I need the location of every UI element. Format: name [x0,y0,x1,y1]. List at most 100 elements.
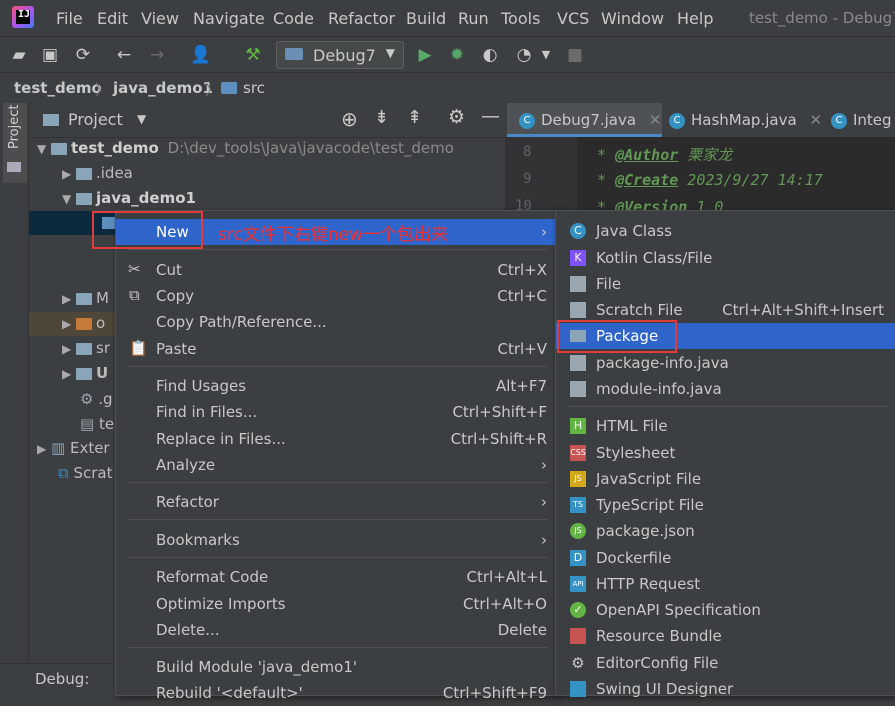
breadcrumb-root[interactable]: test_demo [14,79,102,97]
menu-item-paste[interactable]: 📋 Paste Ctrl+V [116,336,557,362]
menu-view[interactable]: View [141,9,179,28]
forward-arrow-icon[interactable]: → [147,45,167,65]
menu-item-find-usages[interactable]: Find Usages Alt+F7 [116,373,557,399]
submenu-item-dockerfile[interactable]: D Dockerfile [556,545,895,571]
close-icon[interactable]: ✕ [649,111,662,129]
menu-item-find-in-files[interactable]: Find in Files... Ctrl+Shift+F [116,399,557,425]
menu-run[interactable]: Run [458,9,489,28]
stop-icon[interactable]: ■ [565,45,585,65]
menu-tools[interactable]: Tools [501,9,540,28]
tree-row-external-libraries[interactable]: ▶ ▥ Exter [37,439,110,463]
run-configuration-select[interactable]: Debug7 ▼ [276,41,404,69]
submenu-item-stylesheet[interactable]: CSS Stylesheet [556,440,895,466]
debug-bug-icon[interactable]: ✹ [447,45,467,65]
tab-debug7[interactable]: C Debug7.java ✕ [507,103,662,137]
menu-item-delete[interactable]: Delete... Delete [116,617,557,643]
menu-item-refactor[interactable]: Refactor › [116,489,557,515]
submenu-item-file[interactable]: File [556,271,895,297]
submenu-item-html[interactable]: H HTML File [556,413,895,439]
gear-icon[interactable]: ⚙ [448,106,465,128]
breadcrumb: test_demo 〉 java_demo1 〉 src [0,72,895,104]
tree-row-scratches[interactable]: ⧉ Scrat [58,464,113,488]
expand-all-icon[interactable]: ⇟ [374,107,389,128]
class-icon: C [669,112,685,129]
save-icon[interactable]: ▣ [40,45,60,65]
tree-row-te[interactable]: ▤ te [80,415,114,439]
tree-row-root[interactable]: ▼ test_demo D:\dev_tools\Java\javacode\te… [37,139,454,163]
sync-icon[interactable]: ⟳ [73,45,93,65]
menu-item-shortcut: Delete [497,621,547,639]
submenu-item-http-request[interactable]: API HTTP Request [556,571,895,597]
hide-panel-icon[interactable]: — [481,105,500,127]
breadcrumb-module[interactable]: java_demo1 [113,79,213,97]
tree-row-u[interactable]: ▶ U [62,364,108,388]
run-icon[interactable]: ▶ [415,45,435,65]
menu-item-copy[interactable]: ⧉ Copy Ctrl+C [116,283,557,309]
menu-build[interactable]: Build [406,9,446,28]
menu-item-bookmarks[interactable]: Bookmarks › [116,527,557,553]
tree-row-idea[interactable]: ▶ .idea [62,164,133,188]
collapse-all-icon[interactable]: ⇞ [407,107,422,128]
menu-help[interactable]: Help [677,9,713,28]
menu-item-copy-path[interactable]: Copy Path/Reference... [116,309,557,335]
menu-item-rebuild[interactable]: Rebuild '<default>' Ctrl+Shift+F9 [116,680,557,706]
project-panel-title[interactable]: Project [68,110,123,129]
user-icon[interactable]: 👤 [190,45,211,65]
submenu-item-typescript[interactable]: TS TypeScript File [556,492,895,518]
debug-label[interactable]: Debug: [35,670,89,688]
file-icon: ⚙ [80,390,94,408]
open-folder-icon[interactable]: ▰ [9,45,29,65]
menu-item-build-module[interactable]: Build Module 'java_demo1' [116,654,557,680]
line-number: 8 [523,144,532,160]
swing-icon [570,681,586,697]
menu-item-shortcut: Ctrl+Alt+L [466,568,548,586]
menu-item-analyze[interactable]: Analyze › [116,452,557,478]
back-arrow-icon[interactable]: ← [114,45,134,65]
menu-item-shortcut: Ctrl+Shift+F [452,403,547,421]
tab-integer[interactable]: C Integ [831,103,895,137]
submenu-item-package-info[interactable]: package-info.java [556,350,895,376]
submenu-item-package-json[interactable]: JS package.json [556,518,895,544]
build-hammer-icon[interactable]: ⚒ [243,45,263,65]
submenu-item-editorconfig[interactable]: ⚙ EditorConfig File [556,650,895,676]
view-dropdown-icon[interactable]: ▼ [137,112,146,126]
java-class-icon: C [570,223,586,239]
submenu-item-java-class[interactable]: C Java Class [556,218,895,244]
submenu-item-kotlin[interactable]: K Kotlin Class/File [556,245,895,271]
menu-item-cut[interactable]: ✂ Cut Ctrl+X [116,257,557,283]
profile-dropdown-icon[interactable]: ▼ [536,45,556,65]
menu-separator [128,366,548,367]
submenu-item-resource-bundle[interactable]: Resource Bundle [556,623,895,649]
menu-edit[interactable]: Edit [97,9,128,28]
tree-row-m[interactable]: ▶ M [62,289,109,313]
menu-file[interactable]: File [56,9,83,28]
submenu-item-module-info[interactable]: module-info.java [556,376,895,402]
tree-row-o[interactable]: ▶ o [62,314,105,338]
menu-item-replace-in-files[interactable]: Replace in Files... Ctrl+Shift+R [116,426,557,452]
annotation-highlight-new [92,211,203,249]
profile-icon[interactable]: ◔ [514,45,534,65]
submenu-item-javascript[interactable]: JS JavaScript File [556,466,895,492]
menu-item-label: Refactor [156,493,219,511]
menu-code[interactable]: Code [273,9,314,28]
tree-row-sr[interactable]: ▶ sr [62,339,110,363]
tree-row-gitignore[interactable]: ⚙ .g [80,390,113,414]
annotation-text: src文件下右键new一个包出来 [218,225,448,245]
menu-window[interactable]: Window [601,9,664,28]
expand-arrow-icon: ▼ [37,142,47,156]
locate-target-icon[interactable]: ⊕ [341,107,358,131]
menu-refactor[interactable]: Refactor [328,9,395,28]
menu-item-optimize-imports[interactable]: Optimize Imports Ctrl+Alt+O [116,591,557,617]
close-icon[interactable]: ✕ [809,111,822,129]
coverage-icon[interactable]: ◐ [480,45,500,65]
submenu-item-openapi[interactable]: ✓ OpenAPI Specification [556,597,895,623]
menu-navigate[interactable]: Navigate [193,9,265,28]
tab-label: HashMap.java [691,111,797,129]
tree-label: U [96,364,109,382]
submenu-item-swing-ui[interactable]: Swing UI Designer [556,676,895,702]
tab-hashmap[interactable]: C HashMap.java ✕ [665,103,829,137]
menu-item-reformat-code[interactable]: Reformat Code Ctrl+Alt+L [116,564,557,590]
menu-vcs[interactable]: VCS [557,9,589,28]
breadcrumb-src[interactable]: src [243,79,265,97]
new-submenu: C Java Class K Kotlin Class/File File Scra… [555,210,895,698]
